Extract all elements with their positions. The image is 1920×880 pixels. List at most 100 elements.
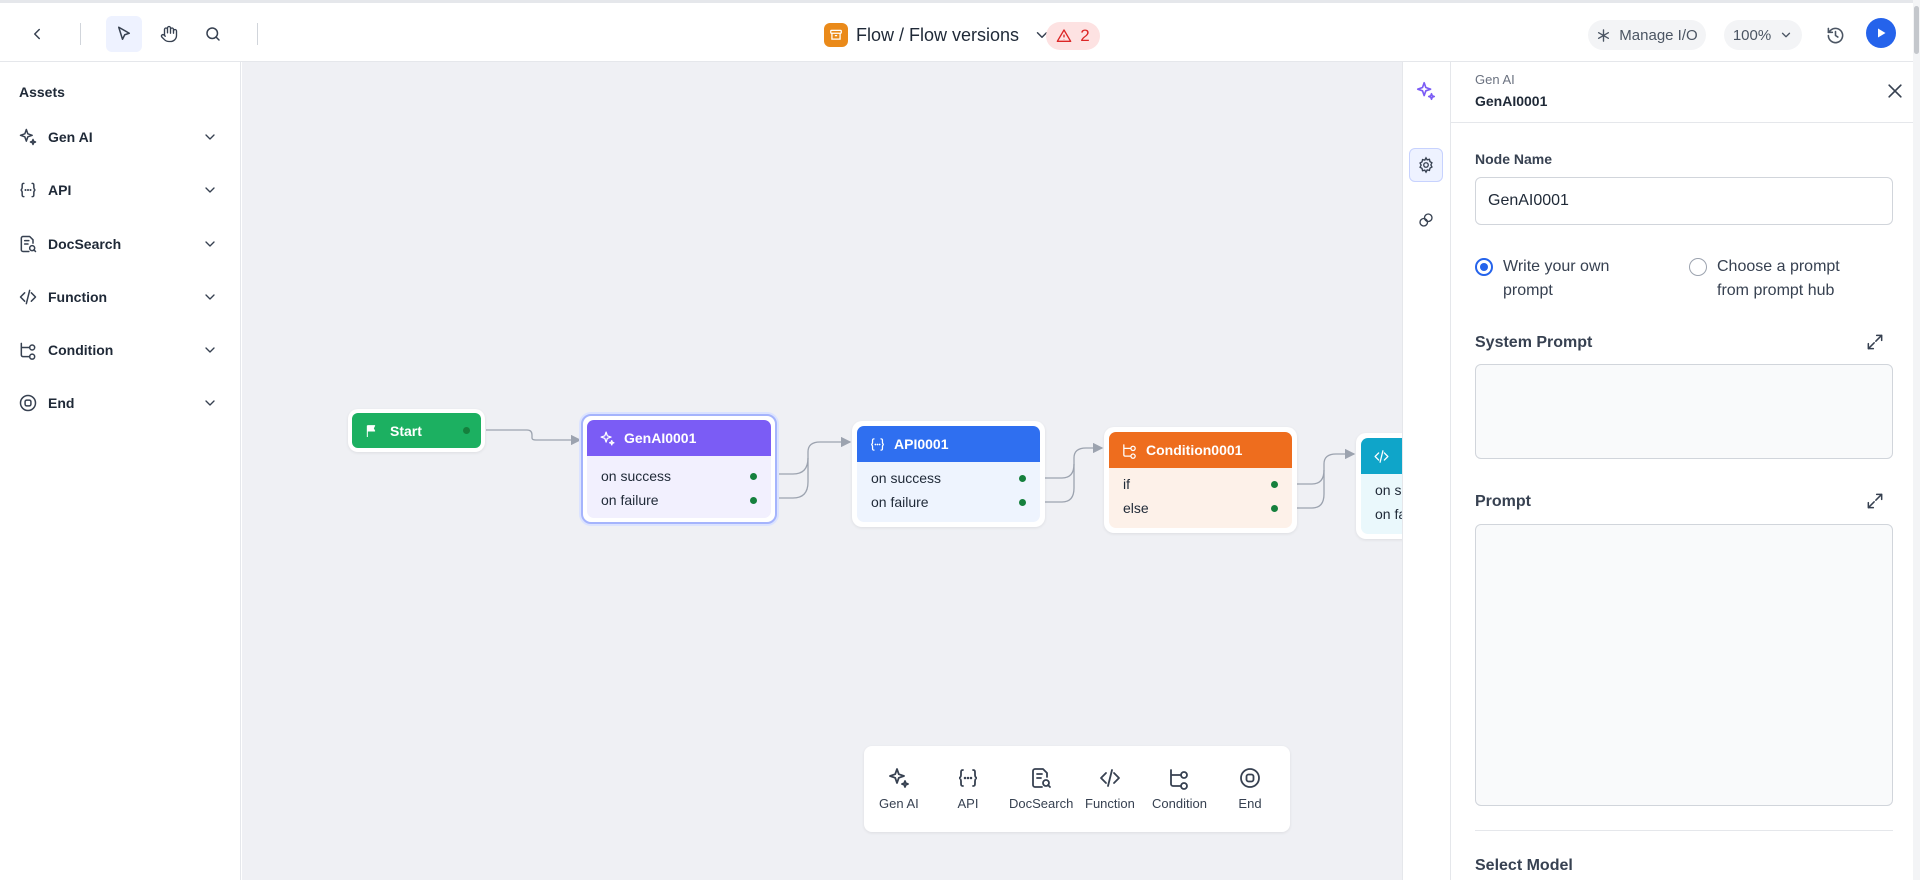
port-label: on failure <box>871 494 929 510</box>
chevron-left-icon <box>34 28 40 40</box>
stop-circle-icon <box>1240 768 1260 788</box>
zoom-dropdown[interactable]: 100% <box>1724 20 1802 50</box>
radio-choose-from-hub[interactable]: Choose a prompt from prompt hub <box>1689 255 1840 303</box>
sidebar-item-gen-ai[interactable]: Gen AI <box>18 122 218 152</box>
radio-label-line: Write your own <box>1503 258 1610 275</box>
node-function-header <box>1361 438 1402 474</box>
node-title: API0001 <box>894 436 949 452</box>
node-condition-body: if else <box>1109 468 1292 528</box>
sidebar-item-end[interactable]: End <box>18 388 218 418</box>
palette-item-label: Gen AI <box>879 796 919 811</box>
palette-item-label: Condition <box>1152 796 1207 811</box>
braces-icon <box>958 769 978 787</box>
manage-io-button[interactable]: Manage I/O <box>1588 20 1706 50</box>
asterisk-icon <box>1598 28 1610 42</box>
doc-search-icon <box>20 235 37 253</box>
sidebar-item-condition[interactable]: Condition <box>18 335 218 365</box>
port-row: on s <box>1375 480 1402 500</box>
node-name-value: GenAI0001 <box>1488 192 1569 209</box>
output-port[interactable] <box>1271 504 1278 512</box>
flow-title-dropdown[interactable]: Flow / Flow versions <box>824 21 1051 49</box>
sidebar-item-docsearch[interactable]: DocSearch <box>18 229 218 259</box>
stop-circle-icon <box>19 394 37 412</box>
node-condition[interactable]: Condition0001 if else <box>1104 427 1297 533</box>
settings-tab-button[interactable] <box>1409 148 1443 182</box>
search-button[interactable] <box>195 16 231 52</box>
warnings-badge[interactable]: 2 <box>1046 22 1100 50</box>
node-genai-header: GenAI0001 <box>587 420 771 456</box>
chevron-down-icon <box>1782 32 1791 38</box>
port-row: else <box>1123 498 1278 518</box>
assets-title: Assets <box>19 84 65 100</box>
edge-api-condition <box>1043 442 1104 479</box>
palette-item-api[interactable]: API <box>956 766 980 811</box>
palette-item-gen-ai[interactable]: Gen AI <box>879 766 919 811</box>
node-config-panel: Gen AI GenAI0001 Node Name GenAI0001 Wri… <box>1402 62 1920 880</box>
sparkles-icon <box>19 128 37 146</box>
connections-tab-button[interactable] <box>1409 203 1443 237</box>
port-label: else <box>1123 500 1149 516</box>
node-condition-header: Condition0001 <box>1109 432 1292 468</box>
run-button[interactable] <box>1866 18 1896 48</box>
palette-item-function[interactable]: Function <box>1085 766 1135 811</box>
output-port[interactable] <box>463 427 470 434</box>
system-prompt-textarea[interactable] <box>1475 364 1893 459</box>
port-row: on failure <box>871 492 1026 512</box>
flag-icon <box>366 424 376 437</box>
sparkles-icon <box>888 768 909 788</box>
play-icon <box>1878 28 1886 38</box>
pan-tool-button[interactable] <box>151 16 187 52</box>
output-port[interactable] <box>1019 498 1026 506</box>
prompt-label: Prompt <box>1475 493 1531 510</box>
output-port[interactable] <box>750 472 757 480</box>
node-title: Start <box>390 422 422 439</box>
expand-system-prompt-button[interactable] <box>1865 332 1885 352</box>
sparkles-icon <box>1416 81 1436 101</box>
divider <box>257 23 258 45</box>
flow-title: Flow / Flow versions <box>856 24 1020 45</box>
palette-item-label: Function <box>1085 796 1135 811</box>
palette-item-label: End <box>1238 796 1262 811</box>
back-button[interactable] <box>19 16 55 52</box>
prompt-textarea[interactable] <box>1475 524 1893 806</box>
expand-prompt-button[interactable] <box>1865 491 1885 511</box>
output-port[interactable] <box>750 496 757 504</box>
warnings-count: 2 <box>1080 26 1090 45</box>
sidebar-item-function[interactable]: Function <box>18 282 218 312</box>
radio-label-line: from prompt hub <box>1717 282 1835 299</box>
palette-item-docsearch[interactable]: DocSearch <box>1009 766 1073 811</box>
scrollbar-thumb[interactable] <box>1914 6 1919 54</box>
node-title: GenAI0001 <box>624 430 697 446</box>
manage-io-label: Manage I/O <box>1619 26 1698 44</box>
node-title: Condition0001 <box>1146 442 1243 458</box>
node-genai[interactable]: GenAI0001 on success on failure <box>581 414 777 524</box>
branch-icon <box>1170 769 1189 790</box>
select-model-label: Select Model <box>1475 857 1573 874</box>
output-port[interactable] <box>1271 480 1278 488</box>
node-name-input[interactable]: GenAI0001 <box>1475 177 1893 225</box>
node-genai-body: on success on failure <box>587 456 771 518</box>
node-start[interactable]: Start <box>348 409 485 452</box>
node-api[interactable]: API0001 on success on failure <box>852 421 1045 527</box>
radio-label-line: prompt <box>1503 282 1553 299</box>
node-function[interactable]: on s on fa <box>1356 433 1402 539</box>
warning-icon <box>1056 29 1072 42</box>
palette-item-end[interactable]: End <box>1238 766 1262 811</box>
output-port[interactable] <box>1019 474 1026 482</box>
branch-icon <box>1123 443 1136 459</box>
radio-write-own-prompt[interactable]: Write your own prompt <box>1475 255 1609 303</box>
close-panel-button[interactable] <box>1882 78 1908 104</box>
sidebar-item-label: Condition <box>48 342 114 358</box>
palette-item-condition[interactable]: Condition <box>1152 766 1207 811</box>
braces-icon <box>20 182 36 198</box>
history-button[interactable] <box>1818 18 1852 52</box>
edge-condition-function-else <box>1294 470 1325 509</box>
flow-canvas[interactable]: Start GenAI0001 on success on failure AP… <box>242 62 1402 880</box>
system-prompt-label: System Prompt <box>1475 334 1593 351</box>
select-tool-button[interactable] <box>106 16 142 52</box>
braces-icon <box>871 437 884 451</box>
node-api-header: API0001 <box>857 426 1040 462</box>
chevron-down-icon <box>205 241 215 247</box>
scrollbar-track[interactable] <box>1913 0 1920 880</box>
sidebar-item-api[interactable]: API <box>18 175 218 205</box>
